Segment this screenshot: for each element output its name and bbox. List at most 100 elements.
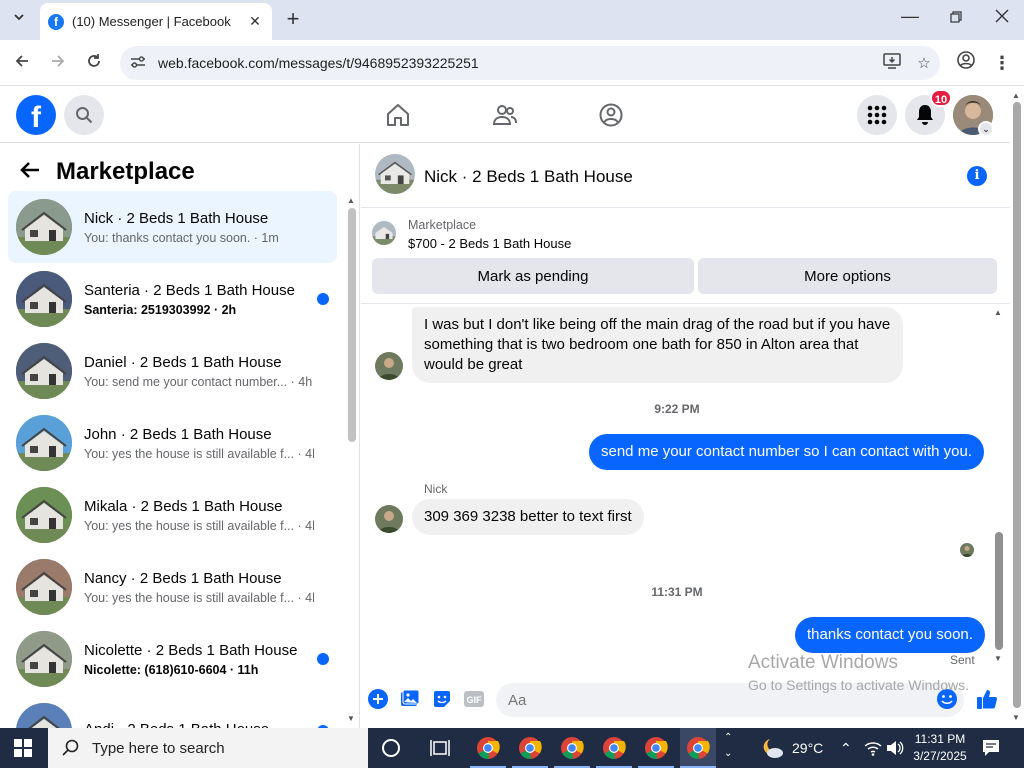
conversation-preview: Santeria: 2519303992 · 2h bbox=[84, 302, 237, 317]
chat-scroll-down-icon[interactable]: ▼ bbox=[994, 654, 1002, 663]
address-bar[interactable]: web.facebook.com/messages/t/946895239322… bbox=[120, 46, 940, 80]
back-arrow-icon[interactable] bbox=[9, 50, 35, 76]
browser-window: f (10) Messenger | Facebook ✕ + — web.fa… bbox=[0, 0, 1024, 728]
browser-toolbar: web.facebook.com/messages/t/946895239322… bbox=[0, 40, 1024, 86]
task-view-icon[interactable] bbox=[430, 739, 450, 760]
sticker-icon[interactable] bbox=[430, 687, 454, 711]
home-icon[interactable] bbox=[382, 99, 414, 131]
chrome-taskbar-icon[interactable] bbox=[512, 728, 548, 768]
conversation-avatar bbox=[16, 415, 72, 471]
facebook-logo-icon[interactable]: f bbox=[16, 95, 56, 135]
conversation-name: Mikala · 2 Beds 1 Bath House bbox=[84, 497, 283, 515]
conversation-text: Andi · 2 Beds 1 Bath House bbox=[84, 721, 314, 729]
groups-icon[interactable] bbox=[595, 99, 627, 131]
nick-avatar[interactable] bbox=[375, 352, 403, 380]
menu-grid-button[interactable] bbox=[857, 95, 897, 135]
outgoing-message[interactable]: thanks contact you soon. bbox=[795, 617, 985, 653]
close-window-icon[interactable] bbox=[990, 9, 1014, 28]
info-icon[interactable]: i bbox=[967, 166, 987, 186]
conversation-item[interactable]: Mikala · 2 Beds 1 Bath House You: yes the… bbox=[8, 479, 337, 551]
conversation-name: John · 2 Beds 1 Bath House bbox=[84, 425, 272, 443]
taskbar-overflow-icon[interactable]: ⌃ ⌄ bbox=[724, 730, 732, 762]
list-scrollbar-thumb[interactable] bbox=[348, 208, 356, 442]
marketplace-title: Marketplace bbox=[56, 158, 195, 185]
chat-scrollbar-thumb[interactable] bbox=[995, 532, 1003, 650]
cortana-icon[interactable] bbox=[382, 739, 400, 757]
search-button[interactable] bbox=[64, 95, 104, 135]
tab-search-icon[interactable] bbox=[8, 10, 30, 29]
thumbs-up-icon[interactable] bbox=[975, 687, 999, 711]
page-scrollbar-thumb[interactable] bbox=[1013, 102, 1021, 708]
conversation-text: Nick · 2 Beds 1 Bath House You: thanks co… bbox=[84, 210, 314, 245]
chrome-taskbar-icon[interactable] bbox=[470, 728, 506, 768]
chat-header-name[interactable]: Nick · 2 Beds 1 Bath House bbox=[424, 167, 633, 187]
incoming-message[interactable]: I was but I don't like being off the mai… bbox=[412, 307, 903, 383]
forward-arrow-icon[interactable] bbox=[45, 50, 71, 76]
weather-widget[interactable]: 29°C bbox=[760, 728, 823, 768]
listing-thumbnail[interactable] bbox=[372, 221, 396, 245]
plus-icon[interactable] bbox=[366, 687, 390, 711]
maximize-icon[interactable] bbox=[944, 10, 968, 28]
clock-time: 11:31 PM bbox=[914, 732, 966, 746]
conversation-preview: You: thanks contact you soon. · 1m bbox=[84, 230, 279, 245]
windows-start-icon[interactable] bbox=[14, 739, 32, 760]
profile-icon[interactable] bbox=[953, 50, 979, 76]
reload-icon[interactable] bbox=[81, 50, 107, 76]
friends-icon[interactable] bbox=[489, 99, 521, 131]
facebook-favicon-icon: f bbox=[48, 13, 64, 30]
mark-as-pending-button[interactable]: Mark as pending bbox=[372, 258, 694, 294]
conversation-preview: You: yes the house is still available f.… bbox=[84, 590, 314, 605]
gif-icon[interactable]: GIF bbox=[462, 687, 486, 711]
conversation-preview: You: yes the house is still available f.… bbox=[84, 518, 314, 533]
list-scroll-up-icon[interactable]: ▲ bbox=[347, 196, 355, 205]
message-input[interactable] bbox=[508, 691, 908, 709]
photo-icon[interactable] bbox=[398, 687, 422, 711]
chat-header-avatar[interactable] bbox=[375, 154, 415, 194]
chrome-taskbar-icon[interactable] bbox=[638, 728, 674, 768]
tray-chevron-icon[interactable]: ⌃ bbox=[840, 728, 852, 768]
taskbar-search-placeholder: Type here to search bbox=[92, 739, 225, 757]
network-icon[interactable] bbox=[864, 728, 882, 768]
chrome-taskbar-icon[interactable] bbox=[680, 728, 716, 768]
chrome-taskbar-icon[interactable] bbox=[554, 728, 590, 768]
chat-scroll-up-icon[interactable]: ▲ bbox=[994, 308, 1002, 317]
close-tab-icon[interactable]: ✕ bbox=[244, 13, 266, 30]
conversation-text: Nicolette · 2 Beds 1 Bath House Nicolette… bbox=[84, 642, 314, 677]
clock-date: 3/27/2025 bbox=[913, 749, 967, 763]
more-options-button[interactable]: More options bbox=[698, 258, 997, 294]
new-tab-icon[interactable]: + bbox=[282, 8, 304, 30]
conversation-item[interactable]: Nancy · 2 Beds 1 Bath House You: yes the … bbox=[8, 551, 337, 623]
browser-menu-icon[interactable]: ⋮ bbox=[989, 50, 1015, 76]
page-scroll-down-icon[interactable]: ▼ bbox=[1012, 713, 1020, 722]
chrome-taskbar-icon[interactable] bbox=[596, 728, 632, 768]
install-app-icon[interactable] bbox=[876, 53, 908, 73]
facebook-top-nav: f 10 ⌄ bbox=[0, 87, 1010, 143]
account-chevron-icon[interactable]: ⌄ bbox=[978, 121, 994, 137]
outgoing-message[interactable]: send me your contact number so I can con… bbox=[589, 434, 985, 470]
conversation-item[interactable]: Nick · 2 Beds 1 Bath House You: thanks co… bbox=[8, 191, 337, 263]
site-info-icon[interactable] bbox=[130, 55, 152, 72]
conversation-text: John · 2 Beds 1 Bath House You: yes the h… bbox=[84, 426, 314, 461]
minimize-icon[interactable]: — bbox=[898, 6, 922, 27]
nick-avatar[interactable] bbox=[375, 505, 403, 533]
tab-messenger[interactable]: f (10) Messenger | Facebook ✕ bbox=[40, 3, 272, 40]
page-scroll-up-icon[interactable]: ▲ bbox=[1012, 91, 1020, 100]
sender-name: Nick bbox=[424, 482, 448, 496]
conversation-item[interactable]: Daniel · 2 Beds 1 Bath House You: send me… bbox=[8, 335, 337, 407]
conversation-item[interactable]: Andi · 2 Beds 1 Bath House bbox=[8, 695, 337, 728]
weather-temp: 29°C bbox=[792, 740, 824, 756]
conversation-item[interactable]: John · 2 Beds 1 Bath House You: yes the h… bbox=[8, 407, 337, 479]
moon-cloud-icon bbox=[763, 739, 783, 758]
listing-price[interactable]: $700 - 2 Beds 1 Bath House bbox=[408, 236, 571, 251]
taskbar-clock[interactable]: 11:31 PM 3/27/2025 bbox=[908, 731, 972, 765]
bookmark-star-icon[interactable]: ☆ bbox=[908, 54, 940, 72]
list-scroll-down-icon[interactable]: ▼ bbox=[347, 714, 355, 723]
conversation-text: Daniel · 2 Beds 1 Bath House You: send me… bbox=[84, 354, 314, 389]
notification-center-icon[interactable] bbox=[982, 739, 1000, 760]
volume-icon[interactable] bbox=[886, 728, 904, 768]
conversation-item[interactable]: Santeria · 2 Beds 1 Bath House Santeria: … bbox=[8, 263, 337, 335]
incoming-message[interactable]: 309 369 3238 better to text first bbox=[412, 499, 644, 535]
back-arrow-icon[interactable] bbox=[20, 159, 40, 185]
conversation-item[interactable]: Nicolette · 2 Beds 1 Bath House Nicolette… bbox=[8, 623, 337, 695]
taskbar-search-box[interactable]: Type here to search bbox=[48, 728, 368, 768]
